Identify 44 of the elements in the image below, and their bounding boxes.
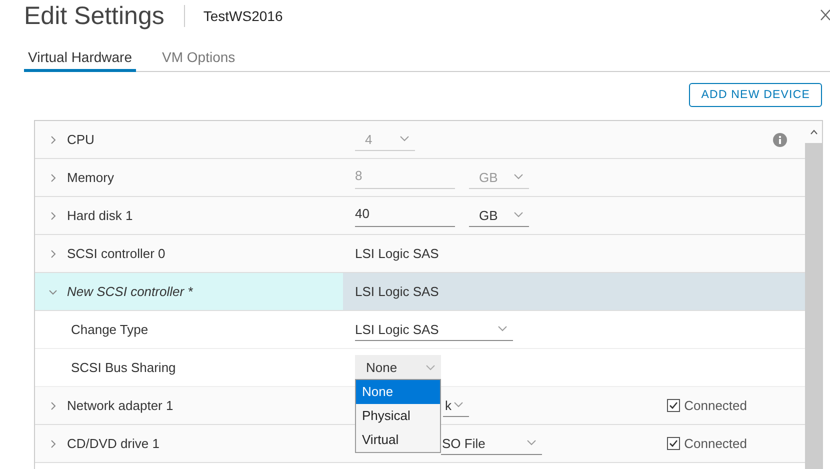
- chevron-icon[interactable]: [49, 402, 57, 410]
- device-label: SCSI Bus Sharing: [71, 360, 176, 375]
- chevron-icon[interactable]: [49, 440, 57, 448]
- bus-sharing-dropdown[interactable]: None: [355, 355, 441, 380]
- device-label: CD/DVD drive 1: [67, 436, 160, 451]
- caret-icon[interactable]: [426, 364, 435, 370]
- scroll-up-icon[interactable]: [810, 129, 818, 135]
- menu-option[interactable]: Physical: [356, 404, 440, 428]
- caret-icon[interactable]: [514, 212, 523, 218]
- connected-label: Connected: [684, 436, 747, 451]
- caret-icon[interactable]: [454, 402, 463, 408]
- device-label: Hard disk 1: [67, 208, 133, 223]
- info-icon[interactable]: [773, 132, 787, 146]
- add-new-device-button[interactable]: ADD NEW DEVICE: [689, 83, 822, 107]
- device-label: Memory: [67, 170, 114, 185]
- device-label: CPU: [67, 132, 94, 147]
- dropdown[interactable]: LSI Logic SAS: [355, 318, 513, 340]
- device-label: New SCSI controller *: [67, 284, 193, 299]
- dropdown[interactable]: SO File: [441, 432, 542, 454]
- chevron-icon[interactable]: [49, 288, 57, 296]
- menu-option[interactable]: Virtual: [356, 428, 440, 452]
- menu-option[interactable]: None: [356, 380, 440, 404]
- close-icon[interactable]: [820, 9, 830, 21]
- caret-icon[interactable]: [498, 326, 507, 332]
- unit-dropdown[interactable]: GB: [469, 204, 529, 226]
- vm-name: TestWS2016: [203, 8, 283, 24]
- connected-label: Connected: [684, 398, 747, 413]
- checkbox[interactable]: [667, 437, 680, 450]
- dropdown[interactable]: k: [443, 394, 469, 416]
- value-text: LSI Logic SAS: [355, 284, 439, 299]
- value-text: LSI Logic SAS: [355, 246, 439, 261]
- caret-icon[interactable]: [527, 440, 536, 446]
- device-label: Network adapter 1: [67, 398, 174, 413]
- chevron-icon[interactable]: [49, 250, 57, 258]
- size-input[interactable]: 40: [355, 204, 455, 226]
- dialog-title: Edit Settings: [24, 2, 164, 30]
- tab[interactable]: Virtual Hardware: [24, 44, 136, 72]
- caret-icon[interactable]: [514, 174, 523, 180]
- scrollbar[interactable]: [805, 121, 822, 469]
- tab[interactable]: VM Options: [158, 44, 240, 72]
- device-label: Change Type: [71, 322, 148, 337]
- device-label: SCSI controller 0: [67, 246, 166, 261]
- checkbox[interactable]: [667, 399, 680, 412]
- chevron-icon[interactable]: [49, 212, 57, 220]
